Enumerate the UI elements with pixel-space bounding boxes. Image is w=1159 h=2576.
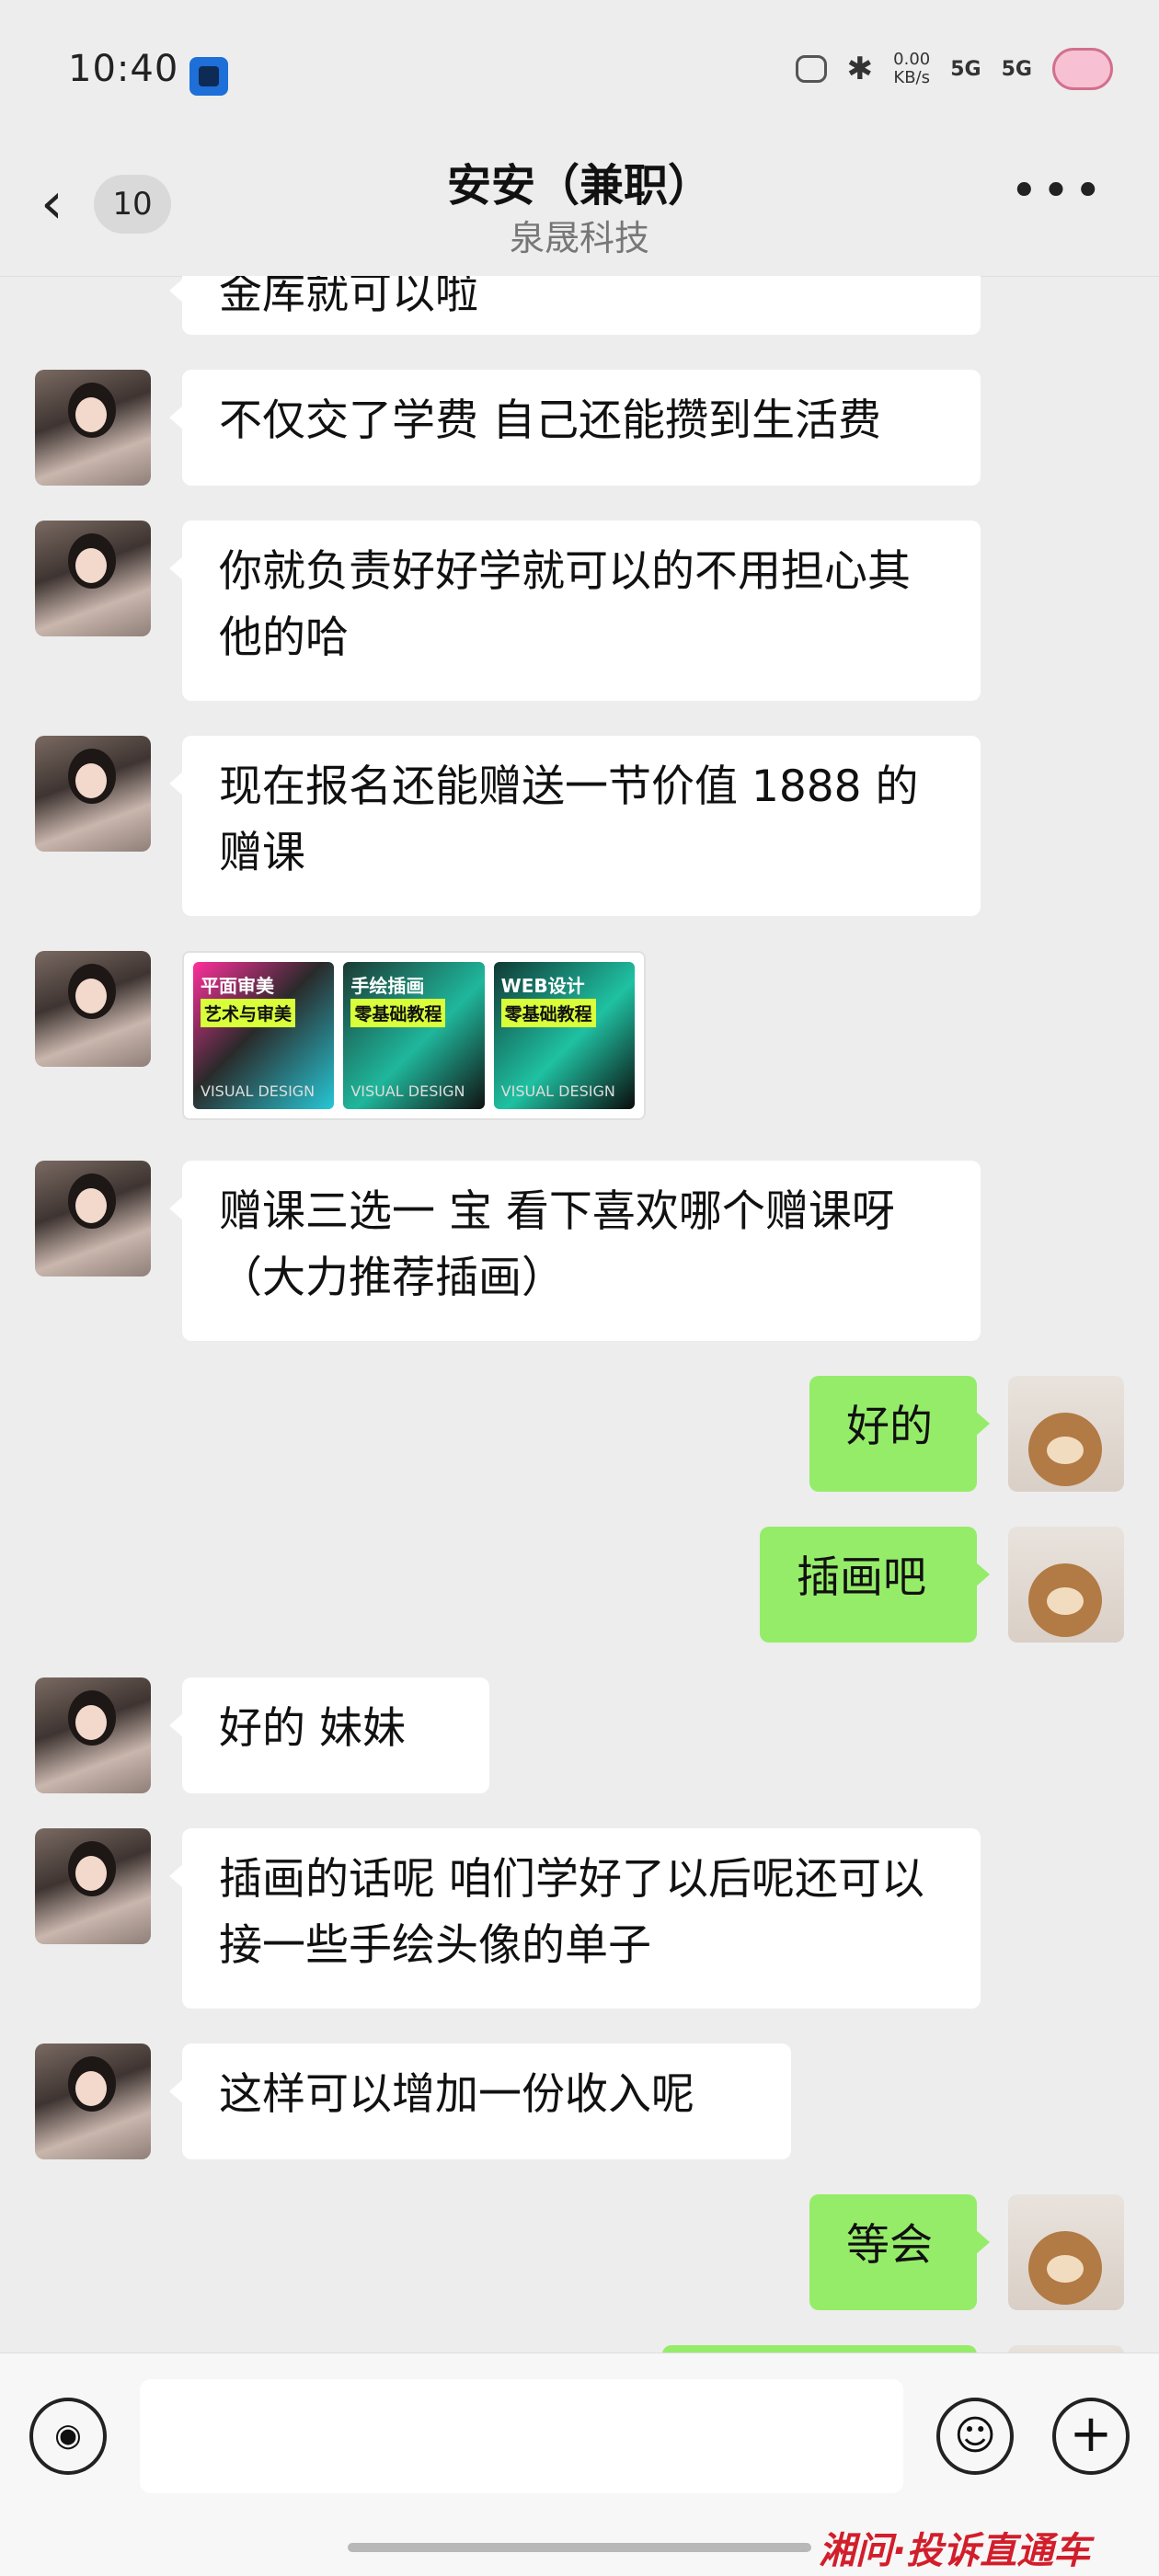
message-text: 插画吧	[797, 1552, 926, 1603]
chat-subtitle: 泉晟科技	[509, 218, 649, 258]
network-speed-value: 0.00	[893, 50, 931, 69]
contact-avatar[interactable]	[35, 736, 151, 852]
message-bubble-left[interactable]: 插画的话呢 咱们学好了以后呢还可以接一些手绘头像的单子	[169, 1828, 981, 2009]
contact-avatar[interactable]	[35, 370, 151, 486]
user-avatar[interactable]	[1008, 2194, 1124, 2310]
poster-footer: VISUAL DESIGN	[500, 1082, 615, 1100]
message-text: 金库就可以啦	[219, 276, 478, 319]
message-bubble-left[interactable]: 金库就可以啦	[169, 276, 981, 335]
app-icon	[189, 57, 228, 96]
image-message-course-posters[interactable]: 平面审美 艺术与审美 VISUAL DESIGN 手绘插画 零基础教程 VISU…	[182, 951, 646, 1120]
message-bubble-left[interactable]: 这样可以增加一份收入呢	[169, 2044, 791, 2159]
contact-avatar[interactable]	[35, 1161, 151, 1277]
message-text: 不仅交了学费 自己还能攒到生活费	[219, 395, 881, 446]
network-speed: 0.00 KB/s	[893, 51, 930, 87]
contact-avatar[interactable]	[35, 1828, 151, 1944]
message-bubble-left[interactable]: 你就负责好好学就可以的不用担心其他的哈	[169, 521, 981, 701]
contact-avatar[interactable]	[35, 951, 151, 1067]
message-text: 这样可以增加一份收入呢	[219, 2069, 694, 2120]
contact-avatar[interactable]	[35, 1677, 151, 1793]
home-indicator[interactable]	[348, 2543, 811, 2552]
message-bubble-left[interactable]: 好的 妹妹	[169, 1677, 489, 1793]
message-list[interactable]: 金库就可以啦 不仅交了学费 自己还能攒到生活费 你就负责好好学就可以的不用担心其…	[0, 276, 1159, 2353]
bluetooth-icon: ✱	[846, 51, 874, 87]
poster-footer: VISUAL DESIGN	[201, 1082, 316, 1100]
poster-title: 手绘插画	[350, 975, 425, 997]
watermark: 湘问·投诉直通车	[819, 2530, 1091, 2572]
chat-title: 安安（兼职）	[446, 160, 712, 212]
more-icon[interactable]: •••	[1010, 167, 1106, 215]
course-poster-tile[interactable]: WEB设计 零基础教程 VISUAL DESIGN	[493, 962, 635, 1109]
message-text: 等会	[846, 2220, 933, 2271]
message-text: 好的	[846, 1402, 933, 1452]
pig-icon	[1052, 48, 1113, 90]
poster-title: WEB设计	[500, 975, 585, 997]
user-avatar[interactable]	[1008, 1527, 1124, 1643]
message-text: 现在报名还能赠送一节价值 1888 的赠课	[219, 761, 919, 878]
message-text: 赠课三选一 宝 看下喜欢哪个赠课呀（大力推荐插画）	[219, 1186, 895, 1303]
cat-icon	[795, 55, 827, 83]
plus-icon[interactable]: +	[1052, 2398, 1130, 2475]
contact-avatar[interactable]	[35, 2044, 151, 2159]
message-text: 插画的话呢 咱们学好了以后呢还可以接一些手绘头像的单子	[219, 1854, 924, 1971]
message-bubble-right[interactable]: 好的	[809, 1376, 990, 1492]
network-speed-unit: KB/s	[893, 68, 931, 87]
poster-subtitle: 零基础教程	[350, 999, 446, 1027]
emoji-icon[interactable]: ☺	[936, 2398, 1014, 2475]
poster-subtitle: 艺术与审美	[201, 999, 296, 1027]
message-text: 好的 妹妹	[219, 1703, 406, 1754]
message-input[interactable]	[140, 2379, 903, 2493]
message-bubble-right[interactable]: 插画吧	[760, 1527, 990, 1643]
user-avatar[interactable]	[1008, 2345, 1124, 2353]
message-bubble-left[interactable]: 不仅交了学费 自己还能攒到生活费	[169, 370, 981, 486]
status-icons: ✱ 0.00 KB/s 5G 5G	[795, 48, 1113, 90]
input-bar: ◉ ☺ + 湘问·投诉直通车	[0, 2353, 1159, 2576]
poster-title: 平面审美	[201, 975, 274, 997]
poster-subtitle: 零基础教程	[500, 999, 596, 1027]
message-bubble-left[interactable]: 赠课三选一 宝 看下喜欢哪个赠课呀（大力推荐插画）	[169, 1161, 981, 1341]
signal-5g-2: 5G	[1001, 57, 1032, 81]
user-avatar[interactable]	[1008, 1376, 1124, 1492]
message-bubble-right[interactable]: 等会	[809, 2194, 990, 2310]
signal-5g-1: 5G	[950, 57, 981, 81]
voice-icon[interactable]: ◉	[29, 2398, 107, 2475]
message-bubble-right-partial[interactable]	[662, 2345, 977, 2353]
course-poster-tile[interactable]: 手绘插画 零基础教程 VISUAL DESIGN	[343, 962, 485, 1109]
message-bubble-left[interactable]: 现在报名还能赠送一节价值 1888 的赠课	[169, 736, 981, 916]
status-time: 10:40	[68, 48, 179, 90]
course-poster-tile[interactable]: 平面审美 艺术与审美 VISUAL DESIGN	[193, 962, 335, 1109]
status-bar: 10:40 ✱ 0.00 KB/s 5G 5G	[0, 0, 1159, 138]
contact-avatar[interactable]	[35, 521, 151, 636]
poster-footer: VISUAL DESIGN	[350, 1082, 465, 1100]
message-text: 你就负责好好学就可以的不用担心其他的哈	[219, 546, 911, 663]
